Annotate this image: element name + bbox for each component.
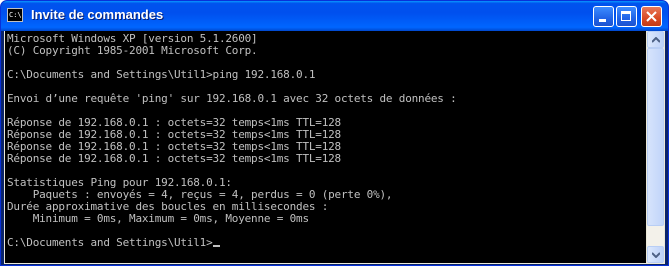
prompt-text: C:\Documents and Settings\Util1> [7,236,213,249]
console-line: Envoi d’une requête 'ping' sur 192.168.0… [7,92,457,105]
console-output[interactable]: Microsoft Windows XP [version 5.1.2600](… [5,31,646,263]
close-icon [646,11,657,22]
command-prompt-line[interactable]: C:\Documents and Settings\Util1> [7,237,646,249]
console-line: (C) Copyright 1985-2001 Microsoft Corp. [7,44,258,57]
scroll-down-button[interactable] [647,246,664,263]
console-line: Réponse de 192.168.0.1 : octets=32 temps… [7,152,341,165]
console-line: C:\Documents and Settings\Util1>ping 192… [7,68,316,81]
arrow-up-icon [652,37,660,43]
window-client-area: Microsoft Windows XP [version 5.1.2600](… [4,31,665,264]
console-line: Minimum = 0ms, Maximum = 0ms, Moyenne = … [7,212,309,225]
scroll-up-button[interactable] [647,31,664,48]
arrow-down-icon [652,252,660,258]
minimize-button[interactable] [593,6,614,27]
text-cursor [212,245,220,247]
window-title: Invite de commandes [31,7,164,22]
scroll-thumb[interactable] [647,48,664,226]
close-button[interactable] [641,6,662,27]
maximize-button[interactable] [616,6,637,27]
vertical-scrollbar[interactable] [647,31,664,263]
cmd-icon[interactable]: C:\ [7,8,23,22]
command-prompt-window: C:\ Invite de commandes Microsoft Window… [0,0,669,266]
title-bar[interactable]: C:\ Invite de commandes [1,1,668,31]
